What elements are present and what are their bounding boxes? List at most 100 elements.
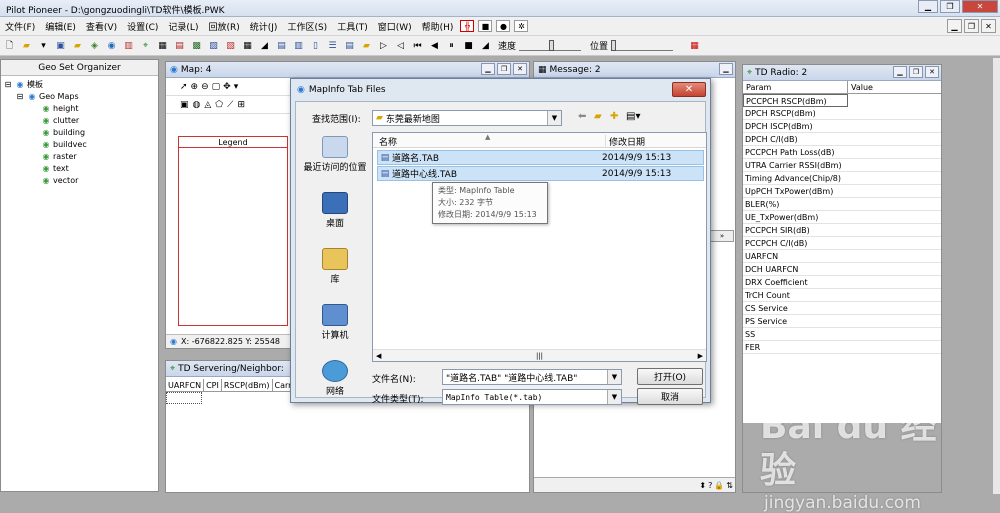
grid-icon[interactable]: ╬ [460, 20, 475, 32]
tree-root[interactable]: ⊟ ◉ 模板 [3, 79, 156, 91]
chevron-down-icon[interactable]: ▼ [607, 370, 621, 384]
mdi-minimize-icon[interactable]: ▁ [947, 19, 962, 33]
column-header[interactable]: Value [848, 81, 873, 93]
tree-layer-building[interactable]: ◉ building [3, 127, 156, 139]
minimize-icon[interactable]: ▁ [481, 63, 495, 75]
tree-group[interactable]: ⊟ ◉ Geo Maps [3, 91, 156, 103]
filename-input[interactable]: "道路名.TAB" "道路中心线.TAB" ▼ [442, 369, 622, 385]
servering-selected-cell[interactable] [166, 392, 202, 404]
grid-view-icon[interactable]: ▦ [240, 39, 255, 53]
collapse-icon[interactable]: ⊟ [3, 80, 13, 90]
up-folder-icon[interactable]: ▰ [594, 111, 602, 122]
menu-view[interactable]: 查看(V) [81, 20, 122, 33]
table-row[interactable]: PS Service [743, 315, 941, 328]
polygon-icon[interactable]: ⬠ [215, 100, 223, 110]
place-desktop[interactable]: 桌面 [302, 188, 368, 240]
filetype-select[interactable]: MapInfo Table(*.tab) ▼ [442, 389, 622, 405]
table-row[interactable]: PCCPCH Path Loss(dB) [743, 146, 941, 159]
map-layers-icon[interactable]: ◈ [87, 39, 102, 53]
lock-icon[interactable]: 🔒 [714, 481, 724, 490]
pointer-icon[interactable]: ➚ [180, 82, 188, 92]
table-row[interactable]: UARFCN [743, 250, 941, 263]
file-list-hscrollbar[interactable]: ◀ ||| ▶ [373, 349, 706, 361]
scroll-right-icon[interactable]: ▶ [698, 352, 703, 360]
table-icon[interactable]: ▦ [155, 39, 170, 53]
tree-layer-buildvec[interactable]: ◉ buildvec [3, 139, 156, 151]
stop-icon[interactable]: ■ [478, 20, 493, 32]
table-row[interactable]: DPCH RSCP(dBm) [743, 107, 941, 120]
table-row[interactable]: UTRA Carrier RSSI(dBm) [743, 159, 941, 172]
ruler-icon[interactable]: ◬ [204, 100, 211, 110]
open-button[interactable]: 打开(O) [637, 368, 703, 385]
dropdown-arrow-icon[interactable]: ▾ [234, 82, 239, 92]
column-header[interactable]: Param [743, 81, 848, 93]
menu-window[interactable]: 窗口(W) [373, 20, 417, 33]
table-row[interactable]: DPCH C/I(dB) [743, 133, 941, 146]
mdi-close-icon[interactable]: ✕ [981, 19, 996, 33]
table-row[interactable]: PCCPCH C/I(dB) [743, 237, 941, 250]
open-log-icon[interactable]: ▰ [359, 39, 374, 53]
back-arrow-icon[interactable]: ⬅ [578, 111, 586, 122]
view-menu-icon[interactable]: ▤▾ [626, 111, 640, 122]
file-row[interactable]: ▤ 道路中心线.TAB 2014/9/9 15:13 [377, 166, 704, 181]
menu-edit[interactable]: 编辑(E) [40, 20, 81, 33]
close-icon[interactable]: ✕ [962, 0, 998, 13]
close-icon[interactable]: ✕ [513, 63, 527, 75]
look-in-combo[interactable]: ▰ 东莞最新地图 ▼ [372, 110, 562, 126]
step-back-icon[interactable]: ◁ [393, 39, 408, 53]
new-folder-icon[interactable]: ✚ [610, 111, 618, 122]
picture-icon[interactable]: ▨ [206, 39, 221, 53]
speed-chart-icon[interactable]: ◢ [478, 39, 493, 53]
chevron-down-icon[interactable]: ▼ [607, 390, 621, 404]
column-name-header[interactable]: 名称 [379, 135, 397, 148]
plot-icon[interactable]: ▧ [223, 39, 238, 53]
table-row[interactable]: CS Service [743, 302, 941, 315]
help-icon[interactable]: ? [708, 481, 712, 490]
place-network[interactable]: 网络 [302, 356, 368, 408]
chart-icon[interactable]: ▥ [121, 39, 136, 53]
chevron-down-icon[interactable]: ▼ [547, 111, 561, 125]
restore-icon[interactable]: ❐ [497, 63, 511, 75]
antenna-icon[interactable]: ⌖ [138, 39, 153, 53]
image-icon[interactable]: ▩ [189, 39, 204, 53]
rewind-icon[interactable]: ⏮ [410, 39, 425, 53]
zoom-in-icon[interactable]: ⊕ [191, 82, 199, 92]
split-icon[interactable]: ⇅ [726, 481, 733, 490]
speed-slider-thumb[interactable] [549, 39, 555, 51]
table-row[interactable]: DPCH ISCP(dBm) [743, 120, 941, 133]
tree-layer-height[interactable]: ◉ height [3, 103, 156, 115]
window-tile-icon[interactable]: ▤ [274, 39, 289, 53]
mdi-scrollbar[interactable] [992, 58, 1000, 494]
position-slider-thumb[interactable] [611, 39, 617, 51]
line-icon[interactable]: ⟋ [227, 100, 233, 110]
table-row[interactable]: UpPCH TxPower(dBm) [743, 185, 941, 198]
menu-record[interactable]: 记录(L) [163, 20, 203, 33]
save-icon[interactable]: ▣ [53, 39, 68, 53]
info-icon[interactable]: ⊞ [237, 100, 245, 110]
record-icon[interactable]: ● [496, 20, 511, 32]
mdi-restore-icon[interactable]: ❐ [964, 19, 979, 33]
new-file-icon[interactable]: 🗋 [2, 39, 17, 53]
table-row[interactable]: PCCPCH SIR(dB) [743, 224, 941, 237]
dialog-close-button[interactable]: ✕ [672, 82, 706, 97]
file-row[interactable]: ▤ 道路名.TAB 2014/9/9 15:13 [377, 150, 704, 165]
column-date-header[interactable]: 修改日期 [605, 135, 645, 148]
menu-file[interactable]: 文件(F) [0, 20, 40, 33]
menu-workspace[interactable]: 工作区(S) [282, 20, 332, 33]
tree-layer-vector[interactable]: ◉ vector [3, 175, 156, 187]
menu-settings[interactable]: 设置(C) [122, 20, 163, 33]
speed-slider[interactable] [519, 39, 582, 51]
tag-icon[interactable]: ◢ [257, 39, 272, 53]
tree-layer-raster[interactable]: ◉ raster [3, 151, 156, 163]
dropdown-arrow-icon[interactable]: ▾ [36, 39, 51, 53]
table-row[interactable]: UE_TxPower(dBm) [743, 211, 941, 224]
minimize-icon[interactable]: ▁ [918, 0, 938, 13]
scroll-left-icon[interactable]: ◀ [376, 352, 381, 360]
place-library[interactable]: 库 [302, 244, 368, 296]
pan-icon[interactable]: ✥ [223, 82, 231, 92]
minimize-icon[interactable]: ▁ [893, 66, 907, 78]
place-computer[interactable]: 计算机 [302, 300, 368, 352]
graph-icon[interactable]: ▤ [172, 39, 187, 53]
table-row[interactable]: PCCPCH RSCP(dBm) [743, 94, 848, 107]
column-header[interactable]: CPI [204, 379, 222, 391]
